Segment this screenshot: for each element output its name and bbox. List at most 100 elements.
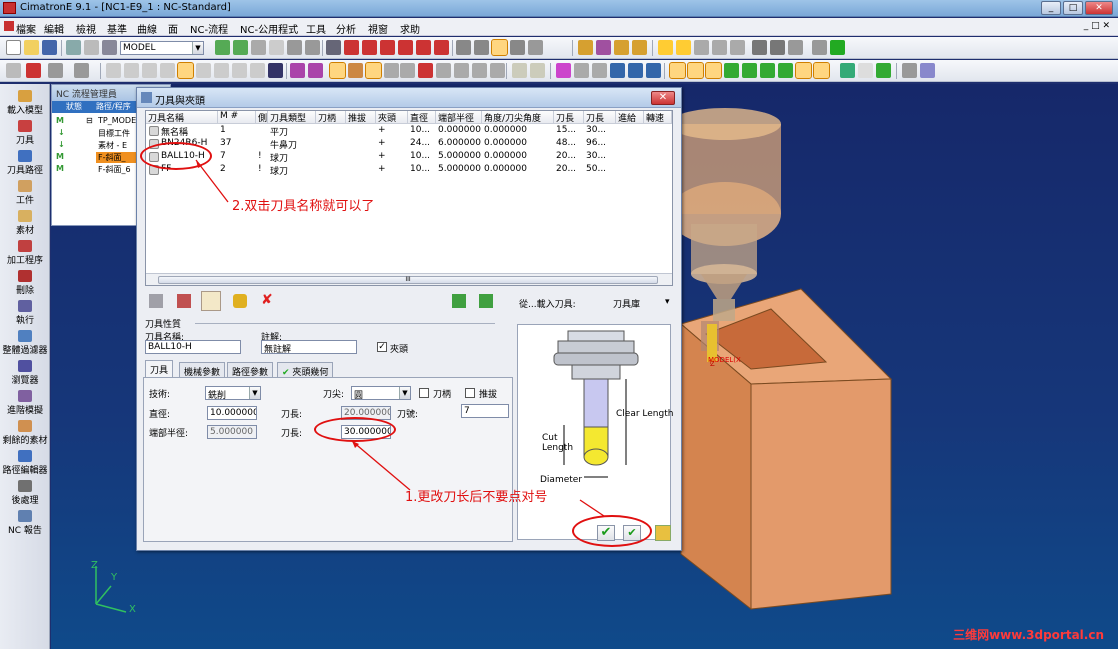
part-icon[interactable] <box>578 40 593 55</box>
wireframe-icon[interactable] <box>491 39 508 56</box>
properties-icon[interactable] <box>812 40 827 55</box>
filter-active-icon[interactable] <box>177 62 194 79</box>
sidebar-item-material[interactable]: 素材 <box>0 210 50 236</box>
filter-sketch-icon[interactable] <box>232 63 247 78</box>
radius-field[interactable]: 5.000000 <box>207 425 257 439</box>
sketch-icon[interactable] <box>512 63 527 78</box>
line2-icon[interactable] <box>724 63 739 78</box>
sidebar-item-delete[interactable]: 刪除 <box>0 270 50 296</box>
circle-icon[interactable] <box>705 62 722 79</box>
help-icon[interactable] <box>384 63 399 78</box>
filter-list-icon[interactable] <box>268 63 283 78</box>
col-header[interactable]: 夾頭 <box>376 111 408 124</box>
shank-checkbox[interactable] <box>419 388 429 398</box>
help-button[interactable] <box>655 525 671 541</box>
col-header[interactable]: 刀柄 <box>316 111 346 124</box>
display-edge-icon[interactable] <box>348 63 363 78</box>
curve2-icon[interactable] <box>742 63 757 78</box>
tree-icon[interactable] <box>752 40 767 55</box>
col-header[interactable]: 進給 <box>616 111 644 124</box>
filter-face-icon[interactable] <box>124 63 139 78</box>
sidebar-item-remaining-stock[interactable]: 剩餘的素材 <box>0 420 50 446</box>
search-icon[interactable] <box>269 40 284 55</box>
dimension-icon[interactable] <box>472 63 487 78</box>
frame-icon[interactable] <box>840 63 855 78</box>
tool-tip-icon[interactable] <box>418 63 433 78</box>
scroll-thumb[interactable]: III <box>158 276 658 284</box>
col-header[interactable]: 刀具類型 <box>268 111 316 124</box>
tool-name-field[interactable]: BALL10-H <box>145 340 241 354</box>
visibility-icon[interactable] <box>84 40 99 55</box>
sidebar-item-procedure[interactable]: 加工程序 <box>0 240 50 266</box>
tech-select[interactable]: 銑削 ▼ <box>205 386 261 401</box>
angle-icon[interactable] <box>454 63 469 78</box>
offset-icon[interactable] <box>574 63 589 78</box>
axis3-icon[interactable] <box>646 63 661 78</box>
menu-nc-utility[interactable]: NC-公用程式 <box>240 21 298 36</box>
line-icon[interactable] <box>669 62 686 79</box>
render-icon[interactable] <box>456 40 471 55</box>
tab-path-params[interactable]: 路徑參數 <box>227 362 274 378</box>
axis-icon[interactable] <box>610 63 625 78</box>
snap-icon[interactable] <box>290 63 305 78</box>
xyz-icon[interactable] <box>858 63 873 78</box>
undo-icon[interactable] <box>694 40 709 55</box>
pick-mode-icon[interactable] <box>74 63 89 78</box>
cancel-icon[interactable] <box>26 63 41 78</box>
diameter-field[interactable]: 10.000000 <box>207 406 257 420</box>
settings-icon[interactable] <box>788 40 803 55</box>
view-iso-icon[interactable] <box>326 40 341 55</box>
new-tool-icon[interactable] <box>149 294 163 308</box>
ucs-icon[interactable] <box>902 63 917 78</box>
menu-nc-process[interactable]: NC-流程 <box>190 21 228 36</box>
sidebar-item-nc-report[interactable]: NC 報告 <box>0 510 50 536</box>
mdi-controls[interactable]: _ □ ✕ <box>1084 21 1110 31</box>
curve-icon[interactable] <box>556 63 571 78</box>
sidebar-item-path-editor[interactable]: 路徑編輯器 <box>0 450 50 476</box>
sidebar-item-filter[interactable]: 整體過濾器 <box>0 330 50 356</box>
view-top-icon[interactable] <box>344 40 359 55</box>
chamfer-icon[interactable] <box>778 63 793 78</box>
back-icon[interactable] <box>712 40 727 55</box>
col-header[interactable]: 轉速 <box>644 111 672 124</box>
display-table-icon[interactable] <box>365 62 382 79</box>
grid-snap-icon[interactable] <box>490 63 505 78</box>
col-header[interactable]: 端部半徑 <box>436 111 482 124</box>
menu-help[interactable]: 求助 <box>400 21 420 36</box>
model-combo[interactable]: MODEL ▼ <box>120 41 204 55</box>
menu-file[interactable]: 檔案 <box>16 21 36 36</box>
spline-icon[interactable] <box>530 63 545 78</box>
col-header[interactable]: M # <box>218 111 256 124</box>
tab-holder-geometry[interactable]: ✔ 夾頭幾何 <box>277 362 334 378</box>
display-mode-icon[interactable] <box>528 40 543 55</box>
taper-checkbox[interactable] <box>465 388 475 398</box>
pick-icon[interactable] <box>48 63 63 78</box>
col-header[interactable]: 刀長 <box>584 111 616 124</box>
zoom-window-icon[interactable] <box>233 40 248 55</box>
fillet-icon[interactable] <box>795 62 812 79</box>
new-icon[interactable] <box>6 40 21 55</box>
edit-tool-icon[interactable] <box>177 294 191 308</box>
load-from-value[interactable]: 刀具庫 <box>613 297 640 310</box>
table-scrollbar[interactable]: III <box>146 273 672 285</box>
drafting-icon[interactable] <box>614 40 629 55</box>
assembly-icon[interactable] <box>596 40 611 55</box>
col-header[interactable]: 推拔 <box>346 111 376 124</box>
menu-face[interactable]: 面 <box>168 21 178 36</box>
col-header[interactable]: 刀具名稱 <box>146 111 218 124</box>
col-header[interactable]: 側 <box>256 111 268 124</box>
hidden-line-icon[interactable] <box>510 40 525 55</box>
snap-grid-icon[interactable] <box>308 63 323 78</box>
sidebar-item-simulation[interactable]: 進階模擬 <box>0 390 50 416</box>
tip-select[interactable]: 圓 ▼ <box>351 386 411 401</box>
flutes-field[interactable]: 7 <box>461 404 509 418</box>
layers-icon[interactable] <box>830 40 845 55</box>
axis2-icon[interactable] <box>628 63 643 78</box>
arc-icon[interactable] <box>687 62 704 79</box>
select-icon[interactable] <box>6 63 21 78</box>
cross-icon[interactable] <box>760 63 775 78</box>
close-button[interactable]: ✕ <box>1085 1 1113 15</box>
model-icon[interactable] <box>102 40 117 55</box>
display-face-icon[interactable] <box>329 62 346 79</box>
sidebar-item-post-process[interactable]: 後處理 <box>0 480 50 506</box>
